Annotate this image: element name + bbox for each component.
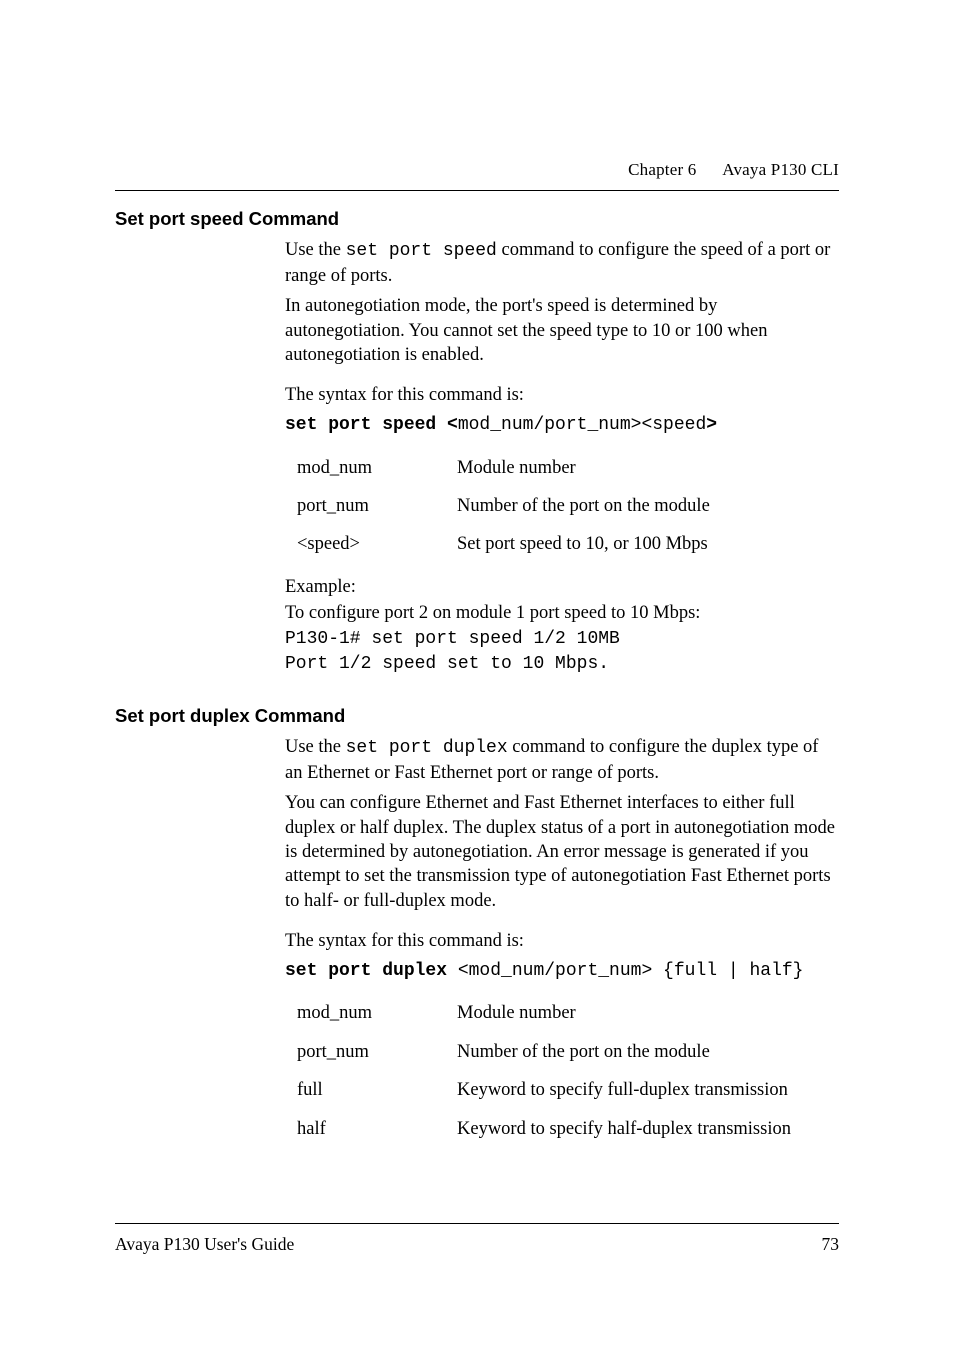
defs-term: <speed> <box>285 532 457 556</box>
defs-term: full <box>285 1078 457 1102</box>
intro-para: Use the set port speed command to config… <box>285 238 839 288</box>
example-line: P130-1# set port speed 1/2 10MB <box>285 628 839 652</box>
defs-desc: Set port speed to 10, or 100 Mbps <box>457 532 839 556</box>
intro-para-2: You can configure Ethernet and Fast Ethe… <box>285 791 839 913</box>
example-intro: To configure port 2 on module 1 port spe… <box>285 601 839 625</box>
syntax-line: set port speed <mod_num/port_num><speed> <box>285 412 839 438</box>
syntax-args: mod_num/port_num><speed <box>458 415 706 435</box>
defs-table: mod_num Module number port_num Number of… <box>285 1001 839 1141</box>
intro-para: Use the set port duplex command to confi… <box>285 735 839 785</box>
chapter-label: Chapter 6 <box>628 160 696 179</box>
syntax-tail: > <box>706 415 717 435</box>
defs-desc: Keyword to specify full-duplex transmiss… <box>457 1078 839 1102</box>
intro-para-2: In autonegotiation mode, the port's spee… <box>285 294 839 367</box>
defs-table: mod_num Module number port_num Number of… <box>285 456 839 557</box>
footer-rule <box>115 1223 839 1224</box>
defs-row: half Keyword to specify half-duplex tran… <box>285 1117 839 1141</box>
section-title-set-port-duplex: Set port duplex Command <box>115 705 839 727</box>
intro-pre: Use the <box>285 240 346 260</box>
header-rule <box>115 190 839 191</box>
defs-row: mod_num Module number <box>285 1001 839 1025</box>
defs-row: full Keyword to specify full-duplex tran… <box>285 1078 839 1102</box>
footer-left: Avaya P130 User's Guide <box>115 1234 294 1255</box>
defs-row: port_num Number of the port on the modul… <box>285 494 839 518</box>
defs-desc: Module number <box>457 456 839 480</box>
defs-term: mod_num <box>285 1001 457 1025</box>
intro-code: set port speed <box>346 241 497 261</box>
syntax-cmd: set port speed < <box>285 415 458 435</box>
running-header: Chapter 6 Avaya P130 CLI <box>628 160 839 180</box>
defs-row: port_num Number of the port on the modul… <box>285 1040 839 1064</box>
defs-row: <speed> Set port speed to 10, or 100 Mbp… <box>285 532 839 556</box>
defs-desc: Keyword to specify half-duplex transmiss… <box>457 1117 839 1141</box>
section-body-set-port-speed: Use the set port speed command to config… <box>285 238 839 677</box>
defs-term: port_num <box>285 494 457 518</box>
syntax-args: <mod_num/port_num> {full | half} <box>458 961 804 981</box>
defs-desc: Number of the port on the module <box>457 1040 839 1064</box>
page-content: Set port speed Command Use the set port … <box>115 208 839 1159</box>
syntax-line: set port duplex <mod_num/port_num> {full… <box>285 958 839 984</box>
header-title: Avaya P130 CLI <box>722 160 839 179</box>
section-body-set-port-duplex: Use the set port duplex command to confi… <box>285 735 839 1141</box>
defs-row: mod_num Module number <box>285 456 839 480</box>
example-label: Example: <box>285 575 839 599</box>
intro-code: set port duplex <box>346 738 508 758</box>
defs-term: port_num <box>285 1040 457 1064</box>
footer-page-number: 73 <box>822 1234 840 1255</box>
page-footer: Avaya P130 User's Guide 73 <box>115 1223 839 1255</box>
syntax-cmd: set port duplex <box>285 961 458 981</box>
defs-term: mod_num <box>285 456 457 480</box>
defs-term: half <box>285 1117 457 1141</box>
syntax-label: The syntax for this command is: <box>285 929 839 953</box>
intro-pre: Use the <box>285 737 346 757</box>
defs-desc: Number of the port on the module <box>457 494 839 518</box>
defs-desc: Module number <box>457 1001 839 1025</box>
syntax-label: The syntax for this command is: <box>285 383 839 407</box>
section-title-set-port-speed: Set port speed Command <box>115 208 839 230</box>
example-line: Port 1/2 speed set to 10 Mbps. <box>285 653 839 677</box>
